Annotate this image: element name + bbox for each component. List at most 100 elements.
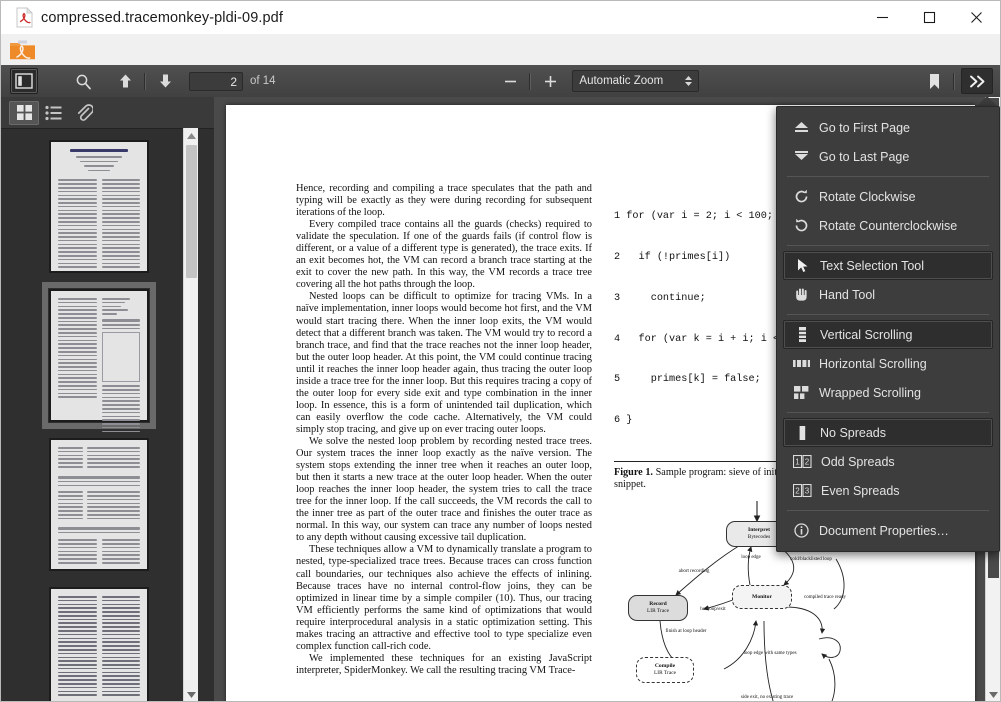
diagram-node-record: Record LIR Trace	[628, 595, 688, 622]
find-button[interactable]	[70, 69, 96, 93]
last-page-icon	[793, 149, 810, 165]
zoom-in-button[interactable]	[537, 69, 563, 93]
paragraph: We implemented these techniques for an e…	[296, 652, 592, 676]
sidebar-toggle-button[interactable]	[10, 68, 38, 94]
sidebar-tab-thumbnails[interactable]	[9, 100, 39, 125]
menu-divider	[787, 176, 989, 177]
close-button[interactable]	[953, 1, 1000, 34]
thumbnail-page-3[interactable]	[49, 438, 149, 571]
zoom-out-button[interactable]	[497, 69, 523, 93]
menu-item-label: Go to First Page	[819, 120, 911, 135]
diagram-edge-loop-edge: loop edge	[741, 555, 761, 561]
diagram-edge-compiled-trace-ready: compiled trace ready	[804, 595, 846, 601]
rotate-ccw-icon	[793, 218, 810, 234]
window-controls	[859, 1, 1000, 34]
next-page-button[interactable]	[152, 69, 178, 93]
menu-item-go-to-last-page[interactable]: Go to Last Page	[783, 142, 993, 171]
info-icon	[793, 523, 810, 539]
zoom-select-value: Automatic Zoom	[579, 75, 664, 87]
menu-item-go-to-first-page[interactable]: Go to First Page	[783, 113, 993, 142]
menu-item-label: Text Selection Tool	[820, 258, 924, 273]
menu-item-label: Even Spreads	[821, 483, 900, 498]
horizontal-scroll-icon	[793, 356, 810, 372]
title-bar: compressed.tracemonkey-pldi-09.pdf	[1, 1, 1000, 34]
maximize-button[interactable]	[906, 1, 953, 34]
thumbnail-page-2[interactable]	[42, 282, 156, 433]
menu-item-vertical-scrolling[interactable]: Vertical Scrolling	[783, 320, 993, 349]
menu-item-label: Horizontal Scrolling	[819, 356, 927, 371]
svg-text:3: 3	[805, 487, 810, 496]
menu-item-label: Odd Spreads	[821, 454, 895, 469]
pdf-toolbar: 2 of 14 Automatic Zoom	[1, 65, 1000, 98]
thumbnail-page-4[interactable]	[49, 587, 149, 701]
menu-item-document-properties[interactable]: Document Properties…	[783, 516, 993, 545]
svg-text:2: 2	[795, 487, 800, 496]
more-tools-button[interactable]	[961, 68, 993, 94]
pdf-viewer-window: compressed.tracemonkey-pldi-09.pdf 2 of …	[0, 0, 1001, 702]
sidebar	[1, 97, 214, 701]
menu-item-label: No Spreads	[820, 425, 887, 440]
menu-item-label: Vertical Scrolling	[820, 327, 913, 342]
bookmark-button[interactable]	[921, 69, 947, 93]
pdf-folder-icon[interactable]	[9, 39, 37, 61]
previous-page-button[interactable]	[112, 69, 138, 93]
pdf-document-icon	[9, 1, 39, 34]
menu-item-label: Document Properties…	[819, 523, 949, 538]
secondary-toolbar-menu: Go to First Page Go to Last Page Rotate …	[776, 106, 1000, 552]
sidebar-scrollbar[interactable]	[183, 128, 198, 701]
menu-item-odd-spreads[interactable]: 1 2 Odd Spreads	[783, 447, 993, 476]
figure-1-label: Figure 1.	[614, 466, 653, 478]
menu-divider	[787, 510, 989, 511]
toolbar-divider	[144, 72, 146, 90]
diagram-node-monitor: Monitor	[732, 585, 792, 610]
menu-item-rotate-clockwise[interactable]: Rotate Clockwise	[783, 182, 993, 211]
app-toolbar-strip	[1, 34, 1000, 66]
menu-divider	[787, 314, 989, 315]
menu-item-hand-tool[interactable]: Hand Tool	[783, 280, 993, 309]
diagram-edge-side-exit: side exit, no existing trace	[740, 695, 794, 701]
menu-divider	[787, 245, 989, 246]
paragraph: Every compiled trace contains all the gu…	[296, 219, 592, 291]
diagram-edge-loop-edge-same-types: loop edge with same types	[743, 651, 797, 657]
menu-item-wrapped-scrolling[interactable]: Wrapped Scrolling	[783, 378, 993, 407]
chevron-updown-icon	[685, 76, 693, 86]
svg-text:2: 2	[805, 458, 810, 467]
odd-spreads-icon: 1 2	[793, 454, 812, 470]
toolbar-divider-3	[953, 72, 955, 90]
diagram-edge-abort-recording: abort recording	[678, 569, 710, 575]
menu-item-label: Go to Last Page	[819, 149, 910, 164]
menu-item-even-spreads[interactable]: 2 3 Even Spreads	[783, 476, 993, 505]
menu-item-horizontal-scrolling[interactable]: Horizontal Scrolling	[783, 349, 993, 378]
menu-item-label: Rotate Counterclockwise	[819, 218, 958, 233]
page-number-input[interactable]: 2	[189, 71, 243, 91]
diagram-edge-cold-loop: cold/blacklisted loop	[790, 557, 832, 563]
no-spreads-icon	[794, 425, 811, 441]
diagram-edge-hot-loop: hot loop/exit	[700, 607, 726, 613]
paragraph: Nested loops can be difficult to optimiz…	[296, 291, 592, 435]
menu-item-text-selection-tool[interactable]: Text Selection Tool	[783, 251, 993, 280]
diagram-node-compile: Compile LIR Trace	[636, 657, 694, 684]
minimize-button[interactable]	[859, 1, 906, 34]
even-spreads-icon: 2 3	[793, 483, 812, 499]
zoom-select[interactable]: Automatic Zoom	[572, 70, 700, 92]
sidebar-scrollbar-thumb[interactable]	[186, 145, 197, 278]
svg-text:1: 1	[795, 458, 800, 467]
toolbar-divider-2	[529, 72, 532, 90]
cursor-icon	[794, 258, 811, 274]
viewer-scroll-down-arrow-icon[interactable]	[986, 687, 1000, 701]
thumbnail-list[interactable]	[1, 128, 197, 701]
thumbnail-page-1[interactable]	[49, 140, 149, 273]
diagram-edge-finish-loop-header: finish at loop header	[665, 629, 707, 635]
sidebar-tab-outline[interactable]	[39, 101, 69, 125]
menu-item-no-spreads[interactable]: No Spreads	[783, 418, 993, 447]
scroll-down-arrow-icon[interactable]	[184, 687, 198, 701]
hand-icon	[793, 287, 810, 303]
first-page-icon	[793, 120, 810, 136]
paragraph: We solve the nested loop problem by reco…	[296, 435, 592, 544]
menu-item-rotate-counterclockwise[interactable]: Rotate Counterclockwise	[783, 211, 993, 240]
scroll-up-arrow-icon[interactable]	[184, 128, 198, 143]
sidebar-tab-attachments[interactable]	[69, 101, 99, 125]
menu-item-label: Hand Tool	[819, 287, 876, 302]
menu-item-label: Wrapped Scrolling	[819, 385, 921, 400]
rotate-cw-icon	[793, 189, 810, 205]
